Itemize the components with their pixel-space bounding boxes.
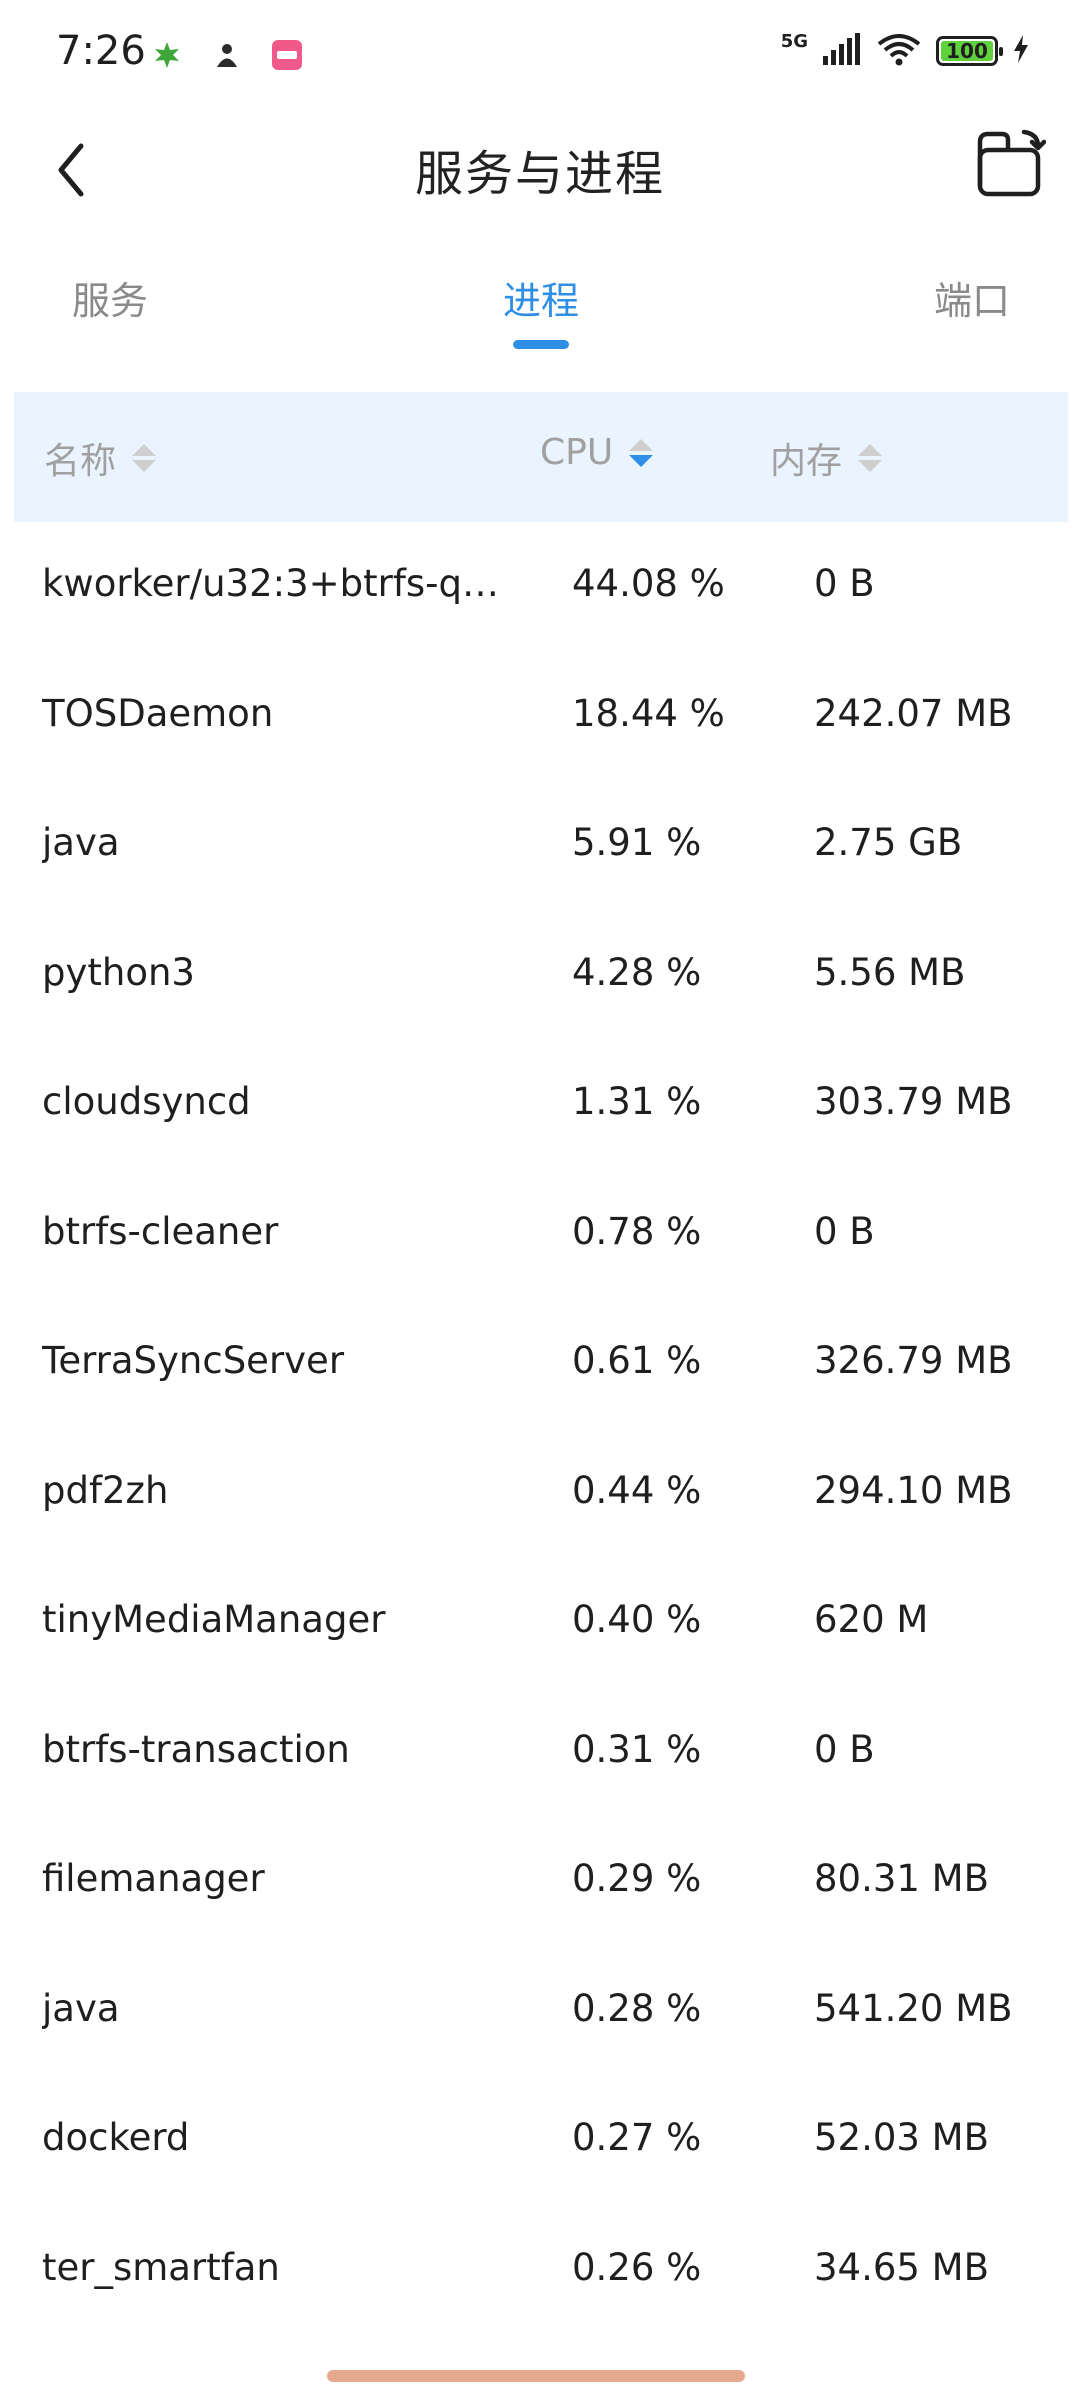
wifi-icon — [876, 32, 922, 70]
tab-bar: 服务 进程 端口 — [0, 260, 1080, 360]
process-memory: 0 B — [814, 562, 875, 605]
tab-services[interactable]: 服务 — [72, 270, 148, 325]
table-row[interactable]: pdf2zh 0.44 % 294.10 MB — [0, 1429, 1080, 1559]
process-memory: 5.56 MB — [814, 950, 966, 994]
person-app-icon — [210, 38, 244, 72]
network-type-label: 5G — [780, 30, 808, 52]
app-header: 服务与进程 — [0, 110, 1080, 260]
table-row[interactable]: btrfs-cleaner 0.78 % 0 B — [0, 1170, 1080, 1300]
status-bar: 7:26 5G 100 — [0, 0, 1080, 110]
process-name: tinyMediaManager — [42, 1598, 386, 1641]
process-cpu: 44.08 % — [572, 562, 725, 605]
process-cpu: 5.91 % — [572, 821, 702, 864]
switch-layout-icon — [977, 129, 1046, 197]
process-memory: 34.65 MB — [814, 2245, 989, 2289]
table-row[interactable]: python3 4.28 % 5.56 MB — [0, 911, 1080, 1041]
process-name: dockerd — [42, 2116, 190, 2159]
switch-layout-button[interactable] — [970, 124, 1050, 204]
sort-descending-icon — [629, 438, 654, 467]
battery-level: 100 — [946, 39, 988, 63]
signal-icon — [822, 32, 862, 70]
process-memory: 80.31 MB — [814, 1857, 989, 1900]
page-title: 服务与进程 — [414, 146, 665, 202]
column-header-memory-label: 内存 — [770, 441, 843, 482]
process-memory: 541.20 MB — [814, 1986, 1013, 2030]
process-cpu: 0.44 % — [572, 1468, 702, 1512]
table-row[interactable]: filemanager 0.29 % 80.31 MB — [0, 1817, 1080, 1947]
process-name: TOSDaemon — [42, 691, 274, 735]
process-cpu: 0.31 % — [572, 1727, 702, 1771]
process-memory: 242.07 MB — [814, 691, 1013, 735]
column-header-name-label: 名称 — [44, 441, 117, 482]
table-row[interactable]: ter_smartfan 0.26 % 34.65 MB — [0, 2206, 1080, 2336]
status-time: 7:26 — [56, 28, 146, 74]
column-header-name[interactable]: 名称 — [44, 432, 157, 484]
process-cpu: 0.28 % — [572, 1986, 702, 2030]
process-cpu: 1.31 % — [572, 1080, 702, 1123]
process-cpu: 0.40 % — [572, 1598, 702, 1641]
leaf-app-icon — [150, 38, 184, 72]
table-row[interactable]: dockerd 0.27 % 52.03 MB — [0, 2076, 1080, 2206]
process-name: btrfs-cleaner — [42, 1209, 279, 1253]
process-name: btrfs-transaction — [42, 1727, 350, 1771]
process-name: ter_smartfan — [42, 2245, 280, 2289]
process-name: java — [42, 821, 120, 864]
table-row[interactable]: TOSDaemon 18.44 % 242.07 MB — [0, 652, 1080, 782]
process-list: kworker/u32:3+btrfs-qgroup-rescan 44.08 … — [0, 522, 1080, 2335]
process-cpu: 4.28 % — [572, 950, 702, 994]
process-name: cloudsyncd — [42, 1080, 251, 1123]
process-name: pdf2zh — [42, 1468, 169, 1512]
status-app-icons — [150, 38, 304, 72]
process-name: filemanager — [42, 1857, 265, 1900]
table-row[interactable]: tinyMediaManager 0.40 % 620 M — [0, 1558, 1080, 1688]
active-tab-indicator — [513, 340, 569, 349]
pink-app-icon — [270, 38, 304, 72]
process-memory: 303.79 MB — [814, 1080, 1013, 1123]
process-cpu: 0.26 % — [572, 2245, 702, 2289]
table-row[interactable]: btrfs-transaction 0.31 % 0 B — [0, 1688, 1080, 1818]
table-row[interactable]: kworker/u32:3+btrfs-qgroup-rescan 44.08 … — [0, 522, 1080, 652]
table-row[interactable]: cloudsyncd 1.31 % 303.79 MB — [0, 1040, 1080, 1170]
process-memory: 326.79 MB — [814, 1339, 1013, 1382]
home-indicator[interactable] — [327, 2370, 745, 2382]
process-cpu: 18.44 % — [572, 691, 725, 735]
process-name: kworker/u32:3+btrfs-qgroup-rescan — [42, 562, 522, 605]
sort-icon — [858, 444, 883, 472]
process-memory: 52.03 MB — [814, 2116, 989, 2159]
charging-icon — [1012, 34, 1030, 68]
status-indicators: 5G 100 — [780, 30, 1030, 70]
column-header-cpu-label: CPU — [540, 432, 614, 473]
table-row[interactable]: java 5.91 % 2.75 GB — [0, 781, 1080, 911]
tab-processes[interactable]: 进程 — [503, 270, 579, 325]
process-cpu: 0.61 % — [572, 1339, 702, 1382]
table-header: 名称 CPU 内存 — [14, 392, 1068, 522]
process-memory: 2.75 GB — [814, 821, 963, 864]
table-row[interactable]: java 0.28 % 541.20 MB — [0, 1947, 1080, 2077]
table-row[interactable]: TerraSyncServer 0.61 % 326.79 MB — [0, 1299, 1080, 1429]
process-name: python3 — [42, 950, 195, 994]
process-cpu: 0.27 % — [572, 2116, 702, 2159]
battery-icon: 100 — [936, 36, 1003, 66]
column-header-memory[interactable]: 内存 — [770, 432, 883, 484]
process-cpu: 0.78 % — [572, 1209, 702, 1253]
process-memory: 0 B — [814, 1727, 875, 1771]
process-cpu: 0.29 % — [572, 1857, 702, 1900]
tab-ports[interactable]: 端口 — [934, 270, 1010, 325]
sort-icon — [132, 444, 157, 472]
process-memory: 620 M — [814, 1598, 929, 1641]
process-memory: 0 B — [814, 1209, 875, 1253]
process-name: java — [42, 1986, 120, 2030]
column-header-cpu[interactable]: CPU — [540, 432, 654, 473]
process-name: TerraSyncServer — [42, 1339, 345, 1382]
process-memory: 294.10 MB — [814, 1468, 1013, 1512]
